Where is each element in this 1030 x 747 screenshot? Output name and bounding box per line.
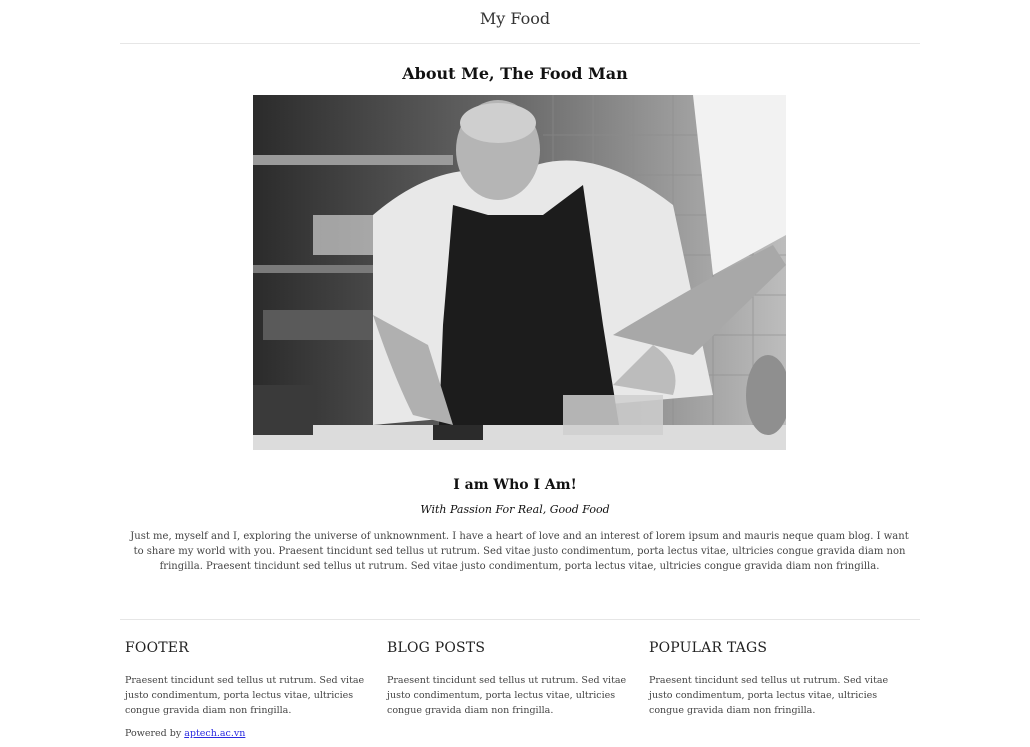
page: My Food About Me, The Food Man I am Who …: [0, 0, 1030, 747]
footer-column-text: Praesent tincidunt sed tellus ut rutrum.…: [125, 675, 365, 716]
hero-image: [253, 95, 786, 450]
footer-column-blog-posts: BLOG POSTS Praesent tincidunt sed tellus…: [387, 640, 642, 718]
footer-column-title: POPULAR TAGS: [649, 640, 768, 656]
about-subtitle: I am Who I Am!: [453, 477, 577, 493]
powered-by-link[interactable]: aptech.ac.vn: [184, 728, 245, 739]
powered-by: Powered by aptech.ac.vn: [125, 728, 245, 739]
footer-divider: [120, 619, 920, 620]
page-title: About Me, The Food Man: [402, 64, 628, 83]
footer-column-title: FOOTER: [125, 640, 189, 656]
header-divider: [120, 43, 920, 44]
tagline: With Passion For Real, Good Food: [420, 503, 610, 516]
site-title-link[interactable]: My Food: [480, 9, 550, 28]
footer-column-title: BLOG POSTS: [387, 640, 486, 656]
site-header: My Food: [0, 0, 1030, 43]
footer-column-popular-tags: POPULAR TAGS Praesent tincidunt sed tell…: [649, 640, 904, 718]
footer-column-text: Praesent tincidunt sed tellus ut rutrum.…: [387, 675, 627, 716]
footer-column-text: Praesent tincidunt sed tellus ut rutrum.…: [649, 675, 889, 716]
chef-photo: [253, 95, 786, 450]
powered-by-label: Powered by: [125, 728, 182, 739]
bio-text: Just me, myself and I, exploring the uni…: [130, 531, 909, 572]
footer-column-footer: FOOTER Praesent tincidunt sed tellus ut …: [125, 640, 380, 718]
